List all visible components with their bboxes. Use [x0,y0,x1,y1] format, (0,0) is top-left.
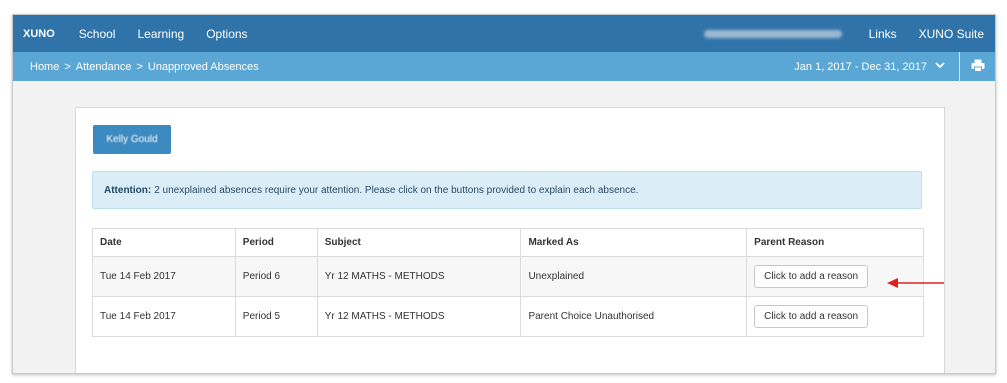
header-subject: Subject [316,228,522,257]
table-row: Tue 14 Feb 2017 Period 5 Yr 12 MATHS - M… [92,296,924,337]
breadcrumb-home[interactable]: Home [30,61,59,73]
nav-learning[interactable]: Learning [126,27,195,41]
school-name-redacted [703,29,842,38]
alert-heading: Attention: [104,184,152,196]
absences-table: Date Period Subject Marked As Parent Rea… [92,228,924,337]
date-range-selector[interactable]: Jan 1, 2017 - Dec 31, 2017 [794,61,959,73]
nav-xuno-suite[interactable]: XUNO Suite [908,27,995,41]
header-marked-as: Marked As [520,228,748,257]
printer-icon [971,59,985,75]
cell-marked-as: Parent Choice Unauthorised [520,296,748,337]
student-select-button[interactable]: Kelly Gould [93,125,171,154]
sub-navigation-bar: Home > Attendance > Unapproved Absences … [13,52,995,81]
header-period: Period [234,228,318,257]
red-arrow-icon [886,276,946,295]
table-row: Tue 14 Feb 2017 Period 6 Yr 12 MATHS - M… [92,256,924,297]
nav-school[interactable]: School [68,27,127,41]
print-button[interactable] [959,52,995,81]
cell-period: Period 6 [234,256,318,297]
alert-message: 2 unexplained absences require your atte… [154,184,639,196]
cell-parent-reason: Click to add a reason [746,296,924,337]
add-reason-button[interactable]: Click to add a reason [754,305,869,328]
breadcrumb-current: Unapproved Absences [147,60,259,73]
nav-options[interactable]: Options [195,27,258,41]
cell-date: Tue 14 Feb 2017 [92,256,236,297]
app-window: XUNO School Learning Options Links XUNO … [12,14,996,374]
breadcrumb-separator: > [64,60,71,73]
table-header-row: Date Period Subject Marked As Parent Rea… [92,228,924,257]
cell-period: Period 5 [234,296,318,337]
cell-marked-as: Unexplained [520,256,748,297]
attention-alert: Attention: 2 unexplained absences requir… [92,171,922,209]
brand-logo[interactable]: XUNO [13,28,68,40]
cell-date: Tue 14 Feb 2017 [92,296,236,337]
absences-card: Kelly Gould Attention: 2 unexplained abs… [75,107,945,373]
chevron-down-icon [935,61,945,72]
header-parent-reason: Parent Reason [746,228,924,257]
cell-subject: Yr 12 MATHS - METHODS [316,296,522,337]
cell-subject: Yr 12 MATHS - METHODS [316,256,522,297]
add-reason-button[interactable]: Click to add a reason [754,265,869,288]
breadcrumb: Home > Attendance > Unapproved Absences [13,61,259,73]
top-navigation-bar: XUNO School Learning Options Links XUNO … [13,15,995,52]
date-range-label: Jan 1, 2017 - Dec 31, 2017 [794,60,927,73]
student-name: Kelly Gould [106,134,158,145]
breadcrumb-attendance[interactable]: Attendance [76,61,132,73]
breadcrumb-separator: > [136,60,143,73]
header-date: Date [92,228,236,257]
nav-links[interactable]: Links [858,27,908,41]
